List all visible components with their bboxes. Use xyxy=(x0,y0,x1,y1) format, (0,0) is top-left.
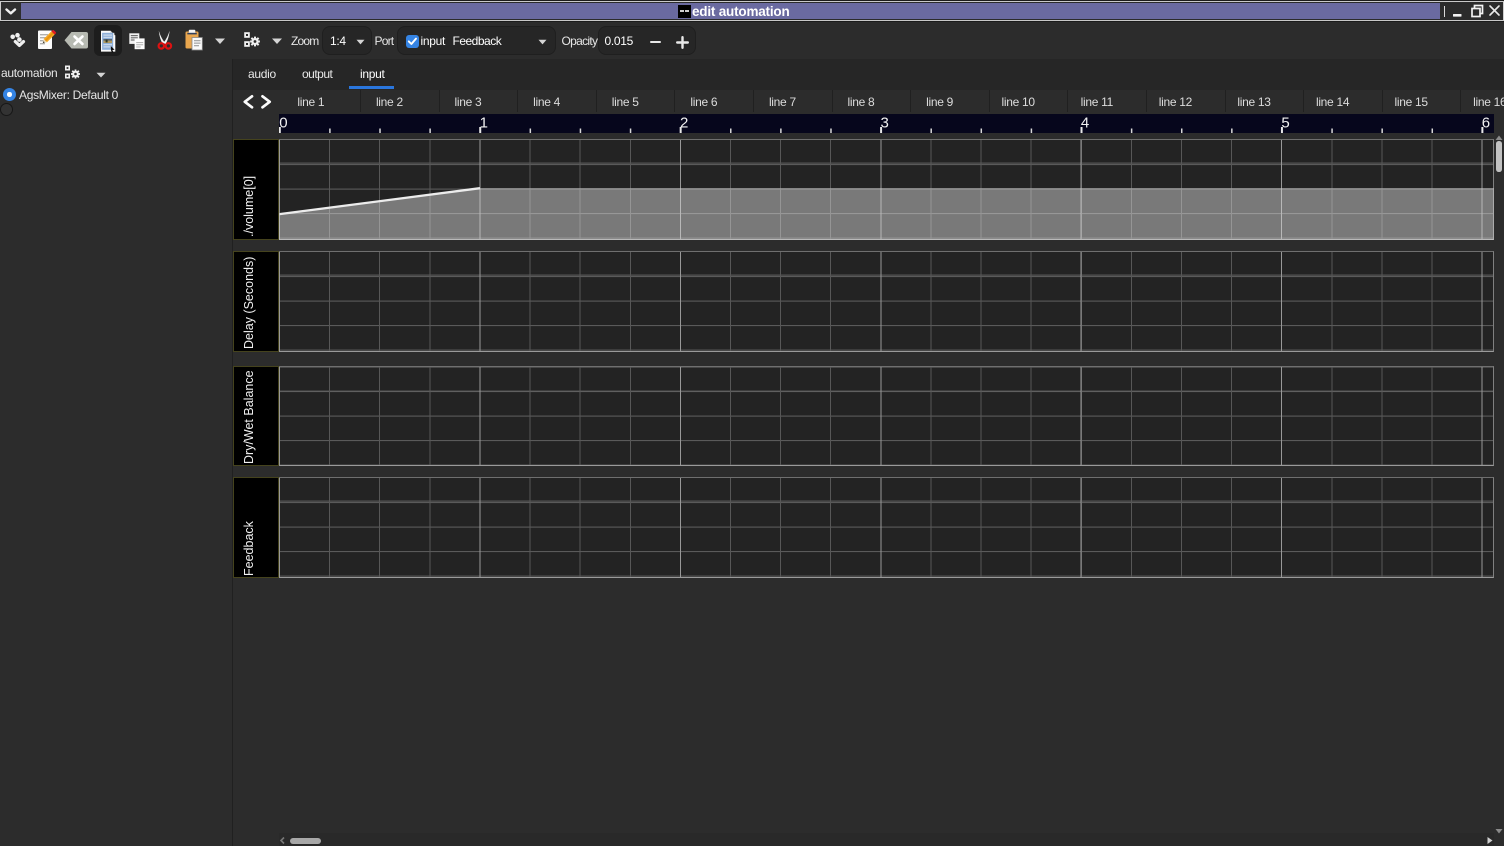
svg-text:2: 2 xyxy=(680,114,688,131)
svg-text:4: 4 xyxy=(1080,114,1088,131)
svg-text:6: 6 xyxy=(1481,114,1489,131)
svg-text:0: 0 xyxy=(279,114,287,131)
svg-text:1: 1 xyxy=(479,114,487,131)
svg-text:5: 5 xyxy=(1281,114,1289,131)
svg-text:3: 3 xyxy=(880,114,888,131)
